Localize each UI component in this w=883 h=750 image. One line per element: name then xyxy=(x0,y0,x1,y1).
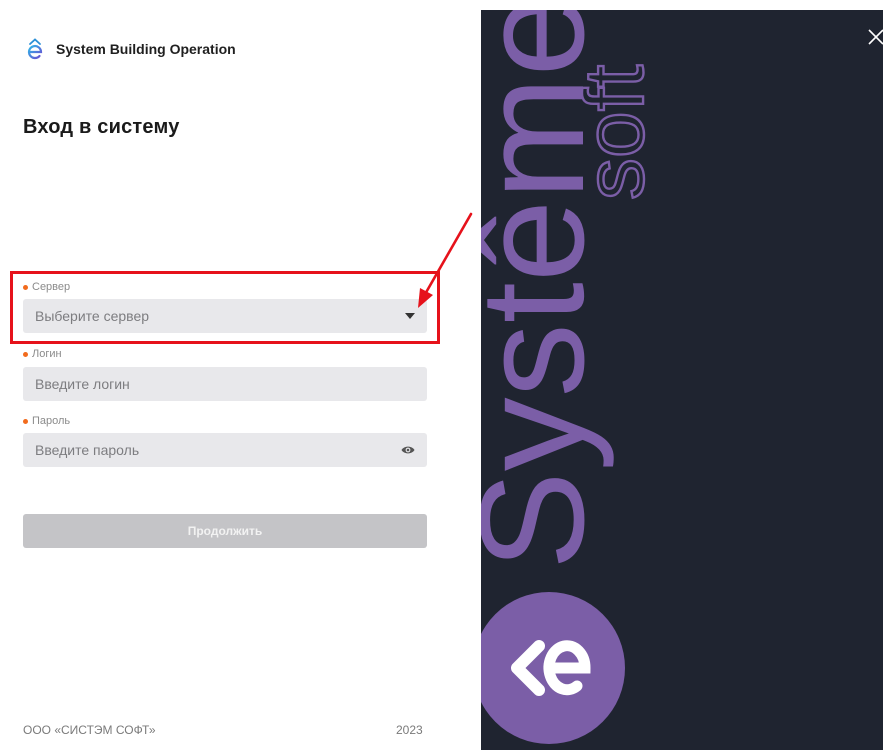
server-label-text: Сервер xyxy=(32,281,71,293)
server-select-placeholder: Выберите сервер xyxy=(35,308,150,324)
login-input[interactable]: Введите логин xyxy=(23,367,427,401)
footer-year: 2023 xyxy=(396,723,423,737)
brand-header: System Building Operation xyxy=(24,38,236,60)
close-icon[interactable] xyxy=(868,29,883,45)
required-marker xyxy=(23,418,28,424)
password-label-text: Пароль xyxy=(32,415,71,427)
login-panel: System Building Operation Вход в систему… xyxy=(0,0,481,750)
required-marker xyxy=(23,284,28,290)
side-panel-mark-icon xyxy=(481,592,625,744)
password-input-placeholder: Введите пароль xyxy=(35,442,140,458)
brand-name: System Building Operation xyxy=(56,41,236,57)
login-input-placeholder: Введите логин xyxy=(35,376,130,392)
password-label: Пароль xyxy=(23,415,70,427)
server-select[interactable]: Выберите сервер xyxy=(23,299,427,333)
password-input[interactable]: Введите пароль xyxy=(23,433,427,467)
server-label: Сервер xyxy=(23,281,70,293)
login-label-text: Логин xyxy=(32,348,62,360)
side-panel-logo-sub: soft xyxy=(567,65,661,200)
brand-side-panel: Systême soft xyxy=(481,10,883,750)
page-title: Вход в систему xyxy=(23,116,180,138)
login-label: Логин xyxy=(23,348,62,360)
required-marker xyxy=(23,351,28,357)
annotation-arrow-icon xyxy=(418,212,473,308)
side-panel-art: Systême soft xyxy=(481,10,883,744)
eye-icon[interactable] xyxy=(401,445,415,455)
brand-logo-icon xyxy=(27,38,43,60)
footer-company: ООО «СИСТЭМ СОФТ» xyxy=(23,723,156,737)
continue-button[interactable]: Продолжить xyxy=(23,514,427,548)
